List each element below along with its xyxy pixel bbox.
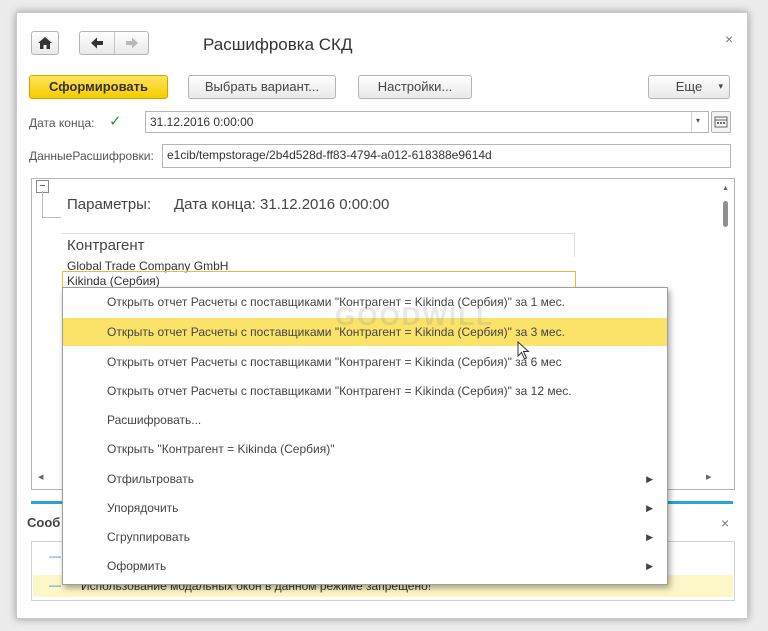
params-value: Дата конца: 31.12.2016 0:00:00 (174, 196, 390, 213)
scroll-right-icon: ▶ (706, 474, 712, 481)
decode-window: Расшифровка СКД × Сформировать Выбрать в… (16, 12, 748, 619)
report-row-label: Kikinda (Сербия) (67, 274, 160, 288)
end-date-checkbox[interactable]: ✓ (109, 113, 123, 130)
decode-data-label: ДанныеРасшифровки: (29, 149, 154, 163)
menu-item-label: Сгруппировать (107, 530, 191, 544)
menu-item-format[interactable]: Оформить ▶ (63, 552, 667, 580)
messages-close-icon[interactable]: × (721, 515, 729, 531)
chevron-right-icon: ▶ (646, 532, 653, 542)
chevron-down-icon: ▾ (718, 81, 723, 91)
menu-item-sort[interactable]: Упорядочить ▶ (63, 494, 667, 522)
checkmark-icon: ✓ (109, 113, 122, 130)
menu-item-open-counterparty[interactable]: Открыть "Контрагент = Kikinda (Сербия)" (63, 435, 667, 463)
arrow-right-icon (126, 37, 138, 49)
window-title: Расшифровка СКД (203, 35, 353, 54)
message-marker-icon: — (49, 578, 61, 592)
menu-item-label: Отфильтровать (107, 472, 194, 486)
chevron-right-icon: ▶ (646, 474, 653, 484)
more-label: Еще (675, 79, 703, 94)
messages-header: Сооб (27, 515, 61, 530)
more-button[interactable]: Еще ▾ (648, 75, 730, 99)
home-button[interactable] (31, 31, 59, 55)
scroll-thumb[interactable] (723, 201, 728, 227)
mouse-cursor-icon (517, 341, 530, 360)
settings-button[interactable]: Настройки... (358, 75, 472, 99)
calendar-icon (714, 116, 728, 128)
scroll-left-icon: ◀ (38, 474, 44, 481)
select-variant-button[interactable]: Выбрать вариант... (188, 75, 336, 99)
group-bracket (42, 191, 61, 218)
calendar-button[interactable] (711, 111, 731, 133)
menu-item-label: Оформить (107, 559, 167, 573)
date-dropdown-button[interactable]: ▾ (691, 112, 709, 132)
chevron-down-icon: ▾ (696, 116, 701, 125)
scroll-up-icon: ▲ (722, 185, 729, 192)
nav-group (79, 31, 149, 55)
vertical-scrollbar[interactable]: ▲ (720, 185, 730, 475)
params-label: Параметры: (67, 196, 152, 213)
message-marker-icon: — (49, 549, 61, 563)
decode-data-input[interactable]: e1cib/tempstorage/2b4d528d-ff83-4794-a01… (162, 144, 731, 168)
close-icon[interactable]: × (725, 31, 733, 47)
menu-item-open-6-months[interactable]: Открыть отчет Расчеты с поставщиками "Ко… (63, 348, 667, 376)
forward-button[interactable] (115, 32, 149, 54)
chevron-right-icon: ▶ (646, 561, 653, 571)
watermark-logo: GOODWILL (335, 301, 494, 331)
menu-item-filter[interactable]: Отфильтровать ▶ (63, 465, 667, 493)
end-date-input[interactable]: 31.12.2016 0:00:00 (145, 111, 709, 133)
back-button[interactable] (80, 32, 115, 54)
menu-item-decode[interactable]: Расшифровать... (63, 406, 667, 434)
menu-item-group[interactable]: Сгруппировать ▶ (63, 523, 667, 551)
menu-item-open-12-months[interactable]: Открыть отчет Расчеты с поставщиками "Ко… (63, 377, 667, 405)
end-date-label: Дата конца: (29, 116, 95, 130)
arrow-left-icon (91, 37, 103, 49)
home-icon (38, 37, 52, 49)
column-header-label: Контрагент (67, 237, 145, 254)
form-report-button[interactable]: Сформировать (29, 75, 168, 99)
menu-item-label: Упорядочить (107, 501, 179, 515)
chevron-right-icon: ▶ (646, 503, 653, 513)
